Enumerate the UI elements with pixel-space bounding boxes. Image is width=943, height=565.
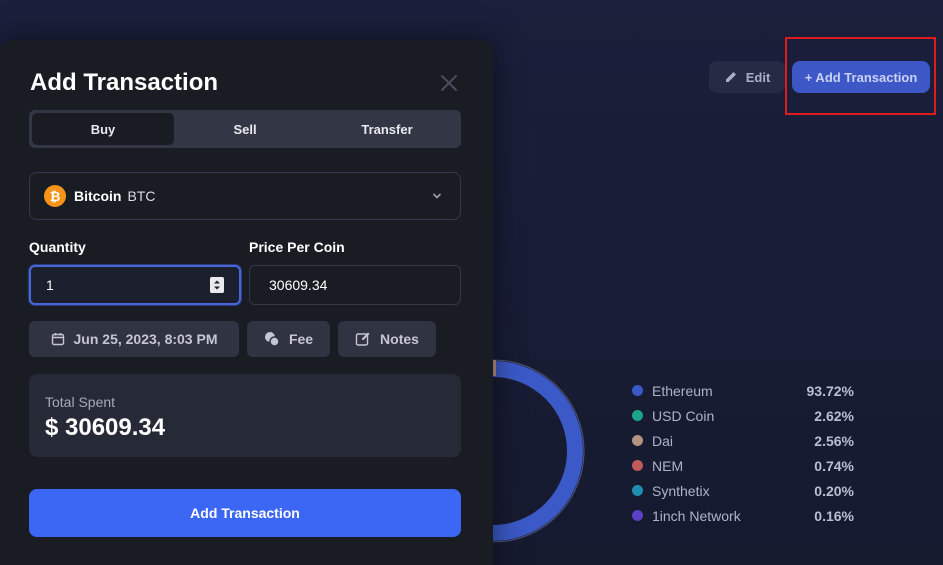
legend-percent: 0.74%: [814, 457, 854, 474]
legend-dot: [632, 485, 643, 496]
pencil-icon: [725, 72, 736, 82]
allocation-legend: Ethereum 93.72% USD Coin 2.62% Dai 2.56%…: [632, 378, 854, 528]
chevron-down-icon: [432, 193, 442, 199]
coin-symbol: BTC: [127, 188, 156, 204]
edit-note-icon: [355, 332, 370, 346]
legend-name: NEM: [652, 457, 684, 474]
notes-label: Notes: [380, 331, 419, 347]
add-transaction-submit-button[interactable]: Add Transaction: [29, 489, 461, 537]
legend-dot: [632, 435, 643, 446]
quantity-value: 1: [46, 277, 54, 293]
legend-dot: [632, 460, 643, 471]
price-value: 30609.34: [269, 277, 328, 293]
transaction-type-tabs: Buy Sell Transfer: [29, 110, 461, 148]
legend-percent: 0.16%: [814, 507, 854, 524]
legend-name: Ethereum: [652, 382, 713, 399]
edit-button[interactable]: Edit: [709, 61, 785, 93]
total-spent-value: $ 30609.34: [45, 414, 166, 441]
legend-percent: 0.20%: [814, 482, 854, 499]
legend-item: 1inch Network 0.16%: [632, 503, 854, 528]
legend-percent: 2.62%: [814, 407, 854, 424]
legend-item: NEM 0.74%: [632, 453, 854, 478]
fee-button[interactable]: Fee: [247, 321, 330, 357]
legend-item: Dai 2.56%: [632, 428, 854, 453]
bitcoin-icon: ₿: [44, 185, 66, 207]
tab-sell[interactable]: Sell: [174, 113, 316, 145]
legend-name: Synthetix: [652, 482, 710, 499]
legend-name: 1inch Network: [652, 507, 741, 524]
total-spent-box: Total Spent $ 30609.34: [29, 374, 461, 457]
tab-buy[interactable]: Buy: [32, 113, 174, 145]
price-per-coin-input[interactable]: 30609.34: [249, 265, 461, 305]
price-per-coin-label: Price Per Coin: [249, 239, 345, 255]
quantity-input[interactable]: 1: [29, 265, 241, 305]
legend-dot: [632, 510, 643, 521]
legend-dot: [632, 385, 643, 396]
tab-transfer[interactable]: Transfer: [316, 113, 458, 145]
legend-name: Dai: [652, 432, 674, 449]
submit-label: Add Transaction: [190, 505, 300, 521]
modal-title: Add Transaction: [30, 69, 219, 96]
coin-select[interactable]: ₿ Bitcoin BTC: [29, 172, 461, 220]
highlight-box: [785, 37, 936, 115]
legend-dot: [632, 410, 643, 421]
coin-name: Bitcoin: [74, 188, 122, 204]
fee-label: Fee: [288, 331, 314, 347]
quantity-label: Quantity: [29, 239, 86, 255]
calendar-icon: [51, 333, 64, 346]
close-icon[interactable]: [438, 72, 460, 94]
legend-name: USD Coin: [652, 407, 715, 424]
legend-percent: 93.72%: [806, 382, 854, 399]
date-label: Jun 25, 2023, 8:03 PM: [73, 331, 218, 347]
legend-percent: 2.56%: [814, 432, 854, 449]
add-transaction-modal: Add Transaction Buy Sell Transfer ₿ Bitc…: [0, 40, 493, 565]
coins-icon: [264, 332, 280, 347]
total-spent-label: Total Spent: [45, 394, 116, 410]
notes-button[interactable]: Notes: [338, 321, 436, 357]
edit-button-label: Edit: [745, 69, 771, 85]
legend-item: USD Coin 2.62%: [632, 403, 854, 428]
stepper-icon[interactable]: [210, 277, 224, 293]
legend-item: Synthetix 0.20%: [632, 478, 854, 503]
date-picker-button[interactable]: Jun 25, 2023, 8:03 PM: [29, 321, 239, 357]
legend-item: Ethereum 93.72%: [632, 378, 854, 403]
